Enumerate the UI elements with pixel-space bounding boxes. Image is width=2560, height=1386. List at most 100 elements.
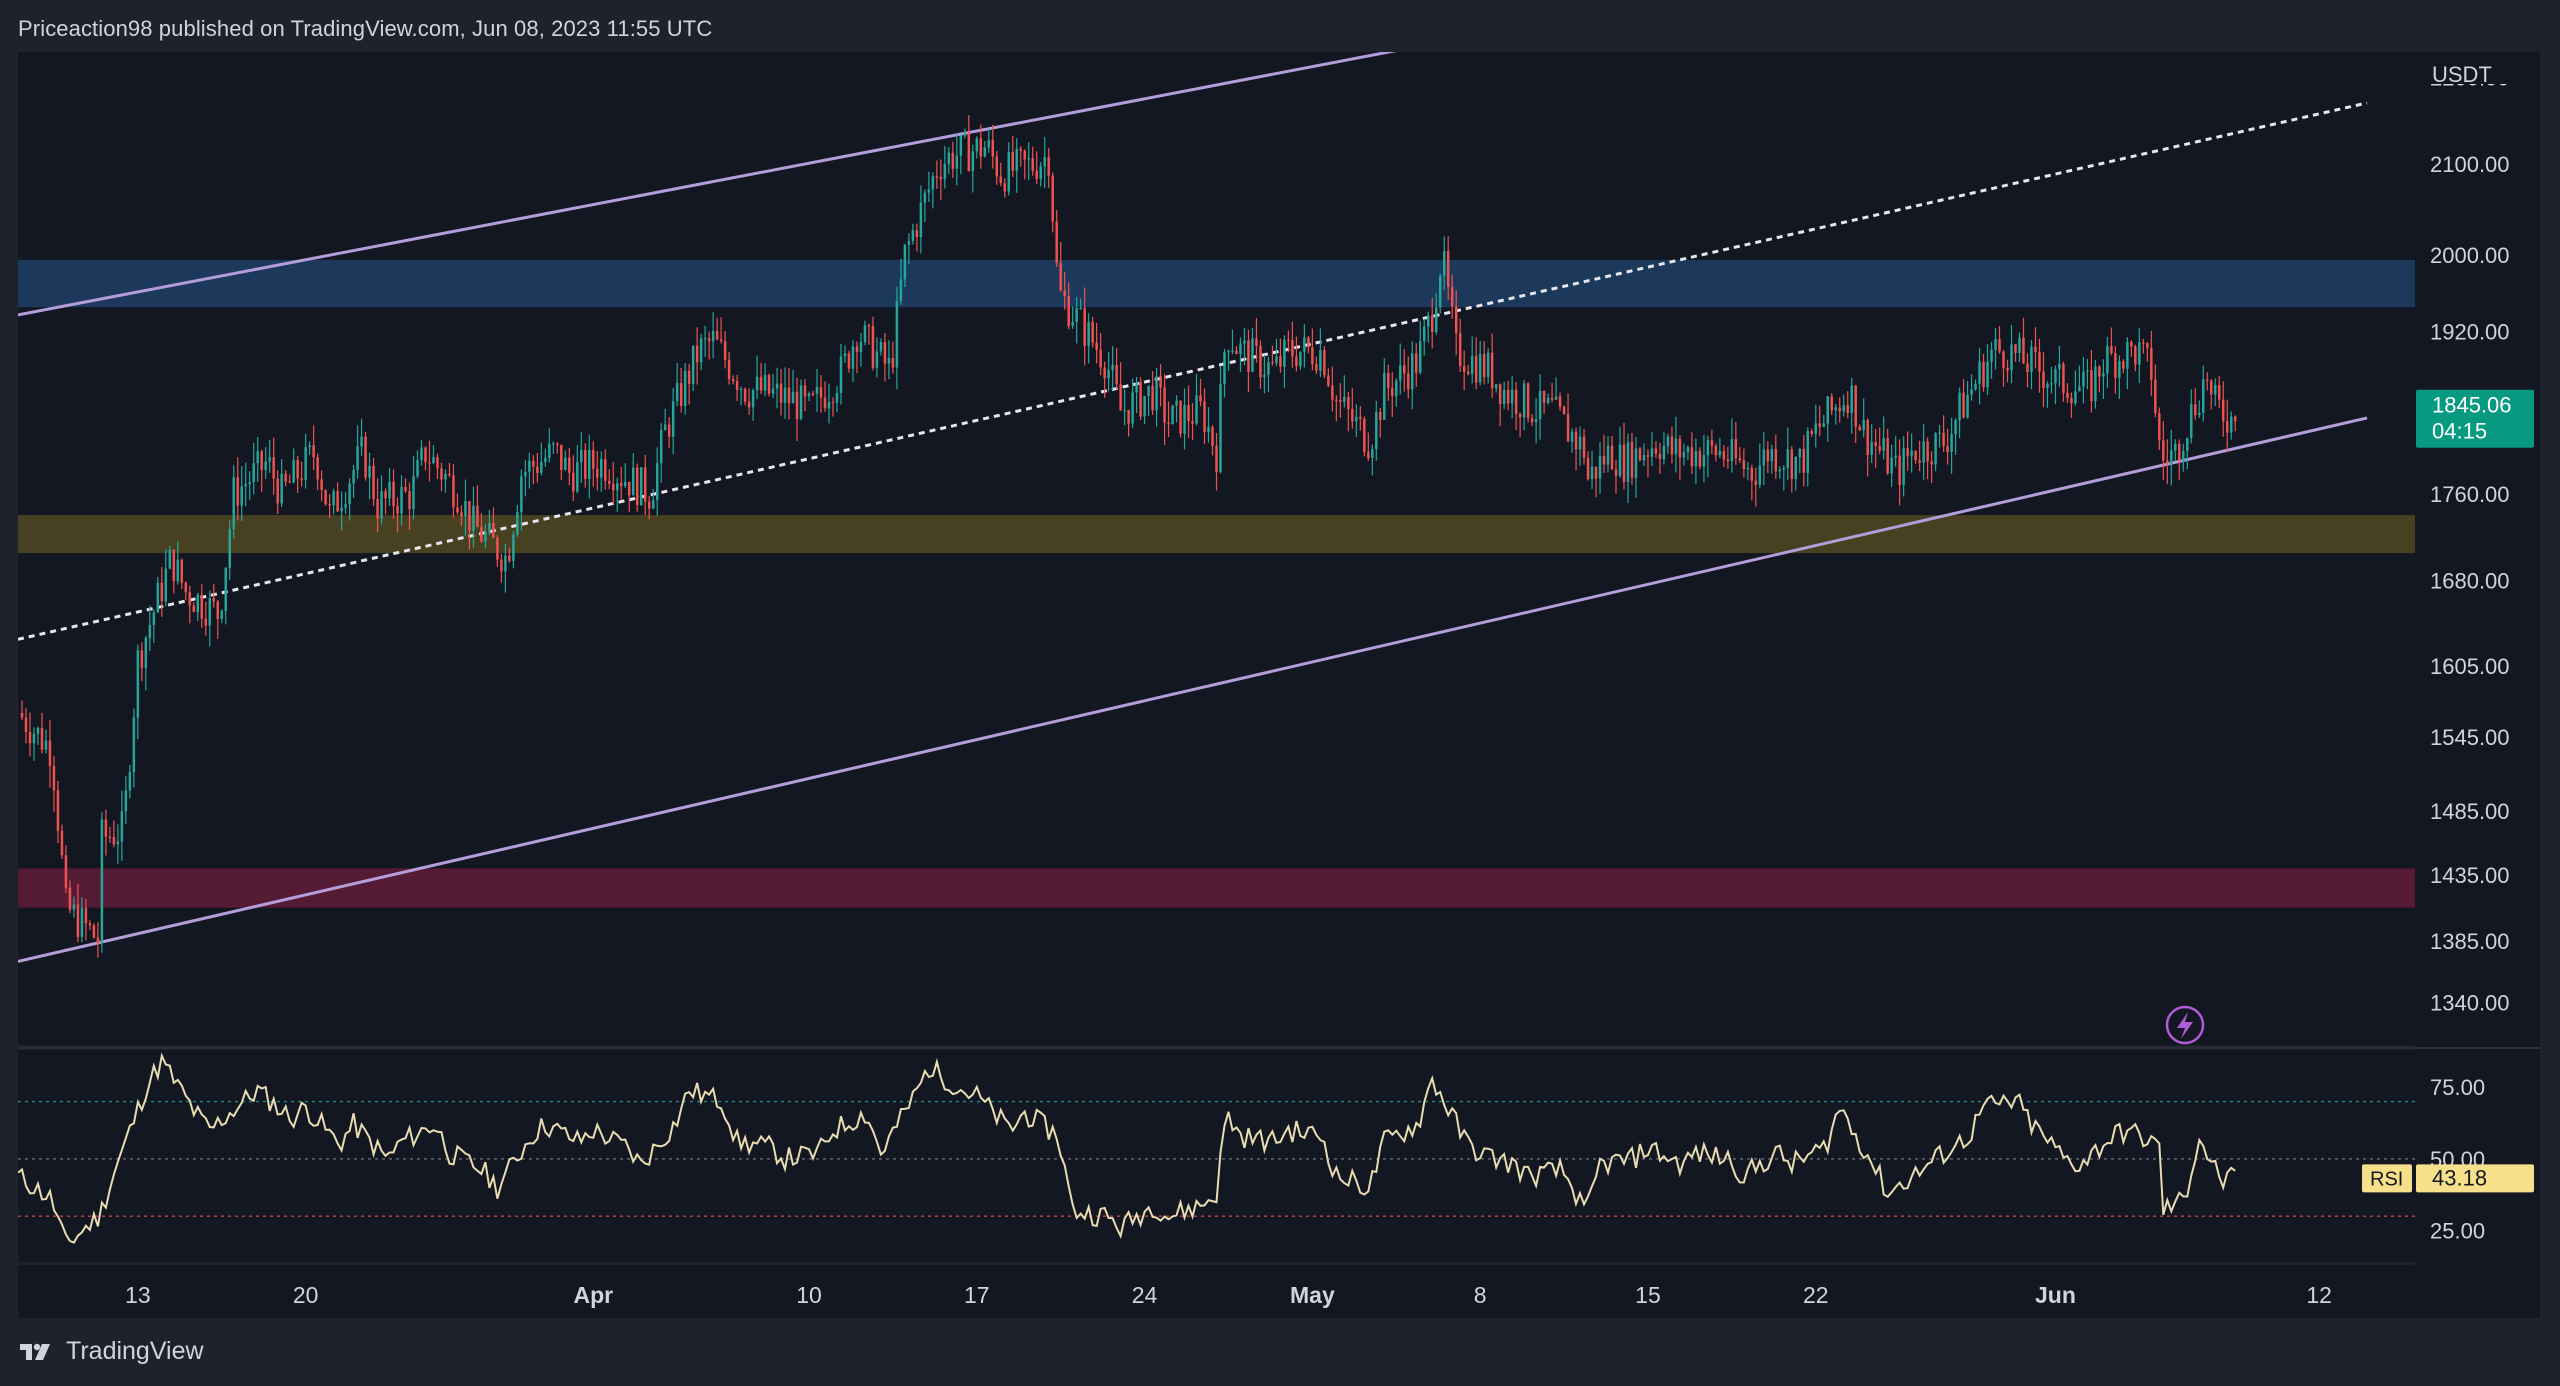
candle-body [2206,379,2209,381]
candle-body [520,476,523,513]
candle-body [791,391,795,404]
candle-body [348,483,351,505]
tradingview-brand[interactable]: TradingView [18,1337,204,1366]
candle-body [1510,389,1514,404]
candle-body [484,532,487,542]
candle-body [196,594,200,613]
candle-body [2170,450,2173,464]
candle-body [871,326,875,368]
candle-body [691,345,695,384]
candle-body [1155,376,1158,411]
candle-body [392,481,395,507]
candle-body [1790,449,1794,479]
candle-body [783,387,787,403]
candle-body [1610,445,1614,470]
candle-body [755,376,759,391]
candle-body [831,401,835,404]
candle-body [612,483,615,491]
candle-body [1474,355,1478,383]
candle-body [1570,431,1574,442]
candle-body [1095,342,1098,350]
candle-body [1766,449,1770,462]
candle-body [1195,395,1198,424]
candle-body [168,549,172,569]
candle-body [2050,383,2053,385]
candle-body [232,477,235,529]
candle-body [1043,157,1046,167]
candle-body [488,523,491,533]
candle-body [1179,400,1182,434]
candle-body [236,477,239,506]
candle-body [1111,365,1114,370]
candle-body [624,481,627,486]
candle-body [879,342,883,352]
candle-body [1147,385,1150,396]
x-tick-label: 12 [2306,1282,2332,1308]
candle-body [671,401,675,437]
candle-body [160,582,164,602]
candle-body [1442,250,1446,277]
candle-body [1371,449,1374,459]
candle-body [747,401,751,408]
candle-body [763,375,767,391]
candle-body [2042,371,2045,388]
chart-area[interactable]: 1340.00 1385.00 1435.00 1485.00 1545.00 1605.… [0,0,2560,1386]
candle-body [1247,340,1250,372]
candle-body [20,713,24,718]
x-tick-label: 17 [964,1282,990,1308]
candle-body [943,164,947,180]
candle-body [955,155,959,169]
candle-body [2030,346,2033,373]
candle-body [1522,383,1526,418]
candle-body [200,594,204,619]
price-tick-label: 1760.00 [2430,482,2510,507]
candle-body [1958,392,1961,421]
candle-body [1490,352,1494,389]
candle-body [1822,423,1825,427]
candle-body [108,836,112,838]
candle-body [212,598,215,602]
candle-body [1906,448,1909,457]
candle-body [1171,405,1174,425]
candle-body [2014,344,2017,353]
candle-body [192,605,196,613]
candle-body [156,582,160,613]
candle-body [939,176,943,180]
candle-body [1922,441,1925,463]
tradingview-logo-icon [20,1343,50,1360]
candle-body [1670,436,1674,455]
candle-body [1055,221,1058,263]
candle-body [2182,451,2185,462]
candle-body [1606,445,1610,465]
candle-body [1866,419,1869,455]
candle-body [84,907,88,924]
candle-body [64,855,68,888]
candle-body [1263,374,1266,378]
candle-body [2126,342,2129,369]
candle-body [1446,250,1450,287]
candle-body [324,489,327,505]
candle-body [1518,413,1522,418]
candle-body [2146,343,2149,348]
candle-body [1662,445,1666,460]
candle-body [436,457,439,469]
candle-body [1990,349,1993,362]
candle-body [1187,405,1190,422]
candle-body [911,230,915,241]
candle-body [647,501,651,509]
candle-body [32,733,36,744]
candle-body [1654,448,1658,454]
candle-body [975,138,979,152]
candle-body [1674,438,1678,455]
candle-body [2154,379,2157,413]
price-tick-label: 1680.00 [2430,569,2510,594]
candle-body [100,819,104,944]
candle-body [1742,460,1746,470]
candle-body [1850,385,1853,413]
candle-body [963,132,967,136]
candle-body [1546,397,1550,403]
candle-body [412,476,415,510]
candle-body [2174,443,2177,451]
candle-body [320,479,323,490]
candle-body [735,381,739,391]
